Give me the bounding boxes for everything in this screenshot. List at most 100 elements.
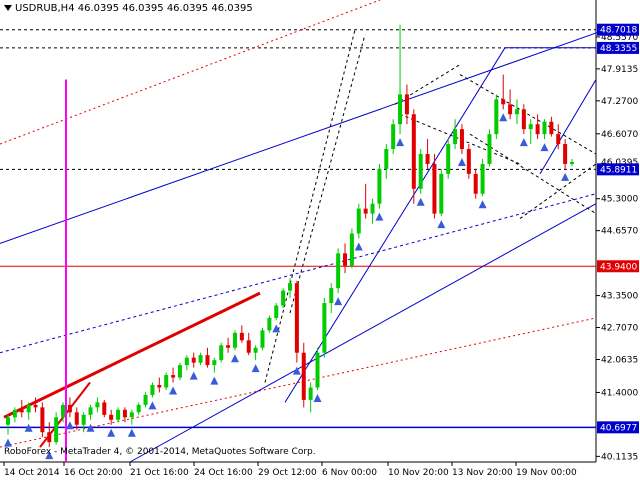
candle-body	[143, 394, 148, 405]
candle-body	[418, 154, 423, 189]
time-tick-label: 19 Nov 00:00	[516, 468, 577, 478]
candle-body	[343, 253, 348, 266]
time-tick-label: 13 Nov 20:00	[452, 468, 513, 478]
candle-body	[47, 432, 52, 443]
price-tick-label: 41.4000	[601, 388, 638, 398]
candle-body	[198, 355, 203, 363]
candle-body	[301, 352, 306, 400]
candle-body	[556, 134, 561, 145]
copyright-text: RoboForex - MetaTrader 4, © 2001-2014, M…	[4, 447, 316, 457]
price-tick-label: 46.6070	[601, 130, 638, 140]
candle-body	[411, 114, 416, 189]
chart-area	[0, 0, 640, 480]
chart-symbol: USDRUB,H4	[15, 3, 75, 14]
candle-body	[377, 168, 382, 204]
price-label-text: 45.8911	[600, 165, 637, 175]
candle-body	[542, 121, 547, 135]
candle-body	[95, 402, 100, 408]
candle-body	[81, 414, 86, 425]
candle-body	[212, 360, 217, 366]
candle-body	[480, 163, 485, 194]
candle-body	[102, 402, 107, 415]
candle-body	[501, 99, 506, 105]
time-tick-label: 29 Oct 12:00	[258, 468, 317, 478]
time-tick-label: 16 Oct 20:00	[64, 468, 123, 478]
candle-body	[336, 253, 341, 289]
candle-body	[116, 409, 121, 420]
candle-body	[33, 404, 38, 408]
chart-ohlc-values: 46.0395 46.0395 46.0395 46.0395	[77, 3, 253, 14]
candle-body	[514, 109, 519, 115]
candle-body	[439, 173, 444, 214]
candle-body	[19, 409, 24, 413]
candle-body	[322, 303, 327, 353]
price-label-text: 43.9400	[600, 262, 637, 272]
candle-body	[246, 340, 251, 353]
candle-body	[473, 173, 478, 194]
chart-header: USDRUB,H4 46.0395 46.0395 46.0395 46.039…	[4, 3, 253, 14]
time-tick-label: 21 Oct 16:00	[130, 468, 189, 478]
candle-body	[288, 283, 292, 291]
candle-body	[274, 305, 279, 318]
time-tick-label: 24 Oct 16:00	[194, 468, 253, 478]
candle-body	[384, 149, 389, 169]
price-tick-label: 44.6570	[601, 227, 638, 237]
candle-body	[88, 407, 93, 415]
candle-body	[549, 121, 554, 135]
price-label-text: 48.7018	[600, 26, 637, 36]
candle-body	[391, 124, 396, 150]
candle-body	[404, 94, 409, 115]
candle-body	[136, 404, 141, 413]
candle-body	[308, 387, 313, 400]
candle-body	[466, 149, 471, 174]
price-tick-label: 45.3000	[601, 195, 638, 205]
candle-body	[205, 355, 210, 366]
candle-body	[184, 357, 189, 366]
candle-body	[535, 124, 540, 135]
price-tick-label: 42.7070	[601, 324, 638, 334]
price-tick-label: 47.2700	[601, 97, 638, 107]
candle-body	[232, 332, 237, 348]
candle-body	[150, 385, 155, 395]
time-tick-label: 14 Oct 2014	[4, 468, 60, 478]
candle-body	[6, 417, 10, 425]
candle-body	[363, 208, 368, 214]
candle-body	[459, 129, 464, 150]
dropdown-triangle-icon[interactable]	[4, 5, 12, 11]
candle-body	[446, 144, 451, 174]
candle-body	[122, 409, 127, 418]
price-label-text: 48.3355	[600, 44, 637, 54]
candle-body	[487, 134, 492, 164]
candle-body	[67, 404, 72, 413]
candle-body	[171, 375, 176, 378]
candle-body	[267, 317, 272, 331]
candle-body	[219, 345, 224, 361]
candle-body	[61, 404, 66, 418]
candle-body	[226, 345, 231, 348]
price-tick-label: 43.3500	[601, 292, 638, 302]
candle-body	[157, 385, 162, 388]
candle-body	[260, 330, 265, 348]
price-tick-label: 42.0635	[601, 355, 638, 365]
candle-body	[356, 208, 361, 234]
time-tick-label: 6 Nov 00:00	[322, 468, 377, 478]
price-tick-label: 40.1135	[601, 452, 638, 462]
candle-body	[563, 144, 568, 164]
candle-body	[528, 124, 533, 130]
candle-body	[370, 203, 375, 214]
candle-body	[494, 99, 499, 135]
candle-body	[239, 332, 244, 341]
candle-body	[40, 407, 45, 433]
candle-body	[281, 290, 286, 306]
candle-body	[164, 375, 169, 388]
candle-body	[349, 233, 354, 266]
candle-body	[74, 412, 79, 425]
candle-body	[177, 365, 182, 378]
candle-body	[570, 161, 574, 164]
candle-body	[54, 417, 59, 443]
time-tick-label: 10 Nov 20:00	[388, 468, 449, 478]
price-chart[interactable]: 48.557047.913547.270046.607045.300044.65…	[0, 0, 640, 480]
candle-body	[253, 347, 258, 353]
price-label-text: 40.6977	[600, 423, 637, 433]
candle-body	[453, 129, 458, 145]
